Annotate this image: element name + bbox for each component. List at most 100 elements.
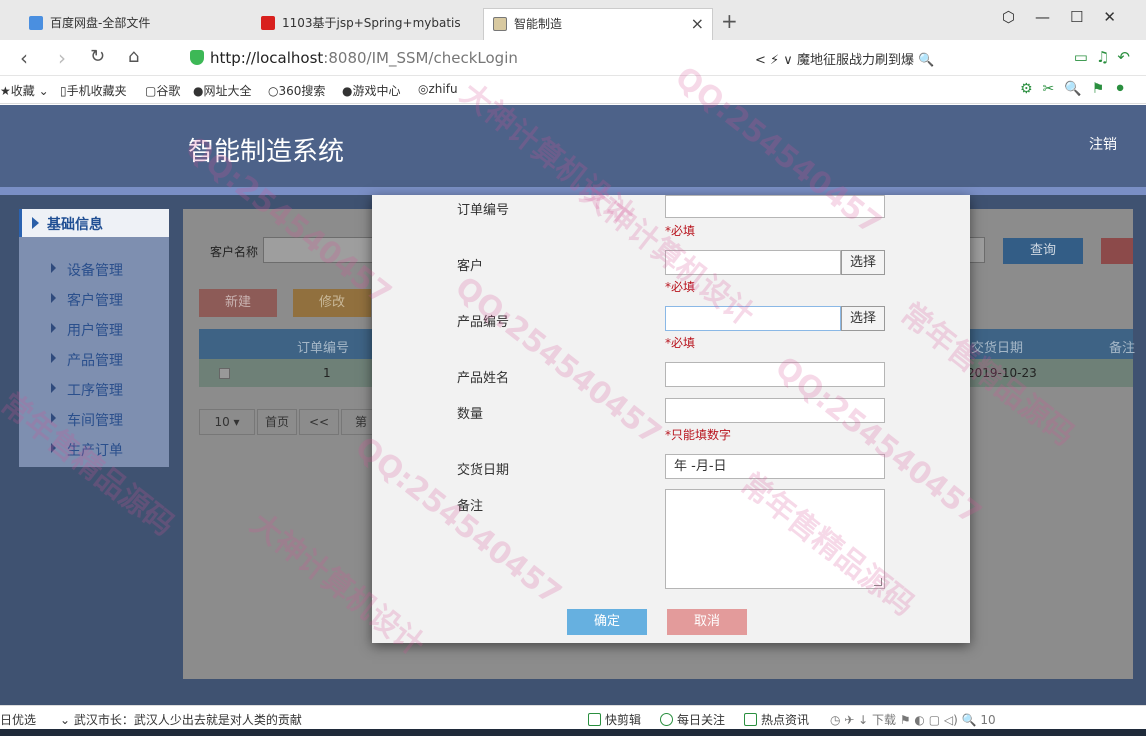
quantity-label: 数量 [457,407,484,422]
bookmark-games[interactable]: ●游戏中心 [342,82,401,99]
customer-select-button[interactable]: 选择 [841,250,885,275]
sidebar-item-processes[interactable]: 工序管理 [19,377,169,401]
sidebar-item-label: 客户管理 [67,293,123,309]
bookmark-google[interactable]: ▢谷歌 [145,82,180,99]
status-quick-edit[interactable]: 快剪辑 [588,711,641,728]
back-icon[interactable]: ‹ [20,46,28,70]
url-text: http://localhost:8080/IM_SSM/checkLogin [210,49,518,67]
cloud-icon [29,16,43,30]
window-controls[interactable]: ⬡—☐✕ [1002,8,1136,26]
customer-input[interactable] [665,250,841,275]
search-suggestion[interactable]: 魔地征服战力刷到爆 [797,53,914,68]
caret-right-icon [51,323,56,333]
tab-label: 1103基于jsp+Spring+mybatis [282,16,461,30]
delivery-date-input[interactable]: 年 -月-日 [665,454,885,479]
new-button[interactable]: 新建 [199,289,277,317]
sidebar-header-label: 基础信息 [47,217,103,233]
caret-right-icon [51,293,56,303]
logout-link[interactable]: 注销 [1089,134,1117,154]
resize-grip-icon[interactable] [874,578,882,586]
page-size-select[interactable]: 10 ▾ [199,409,255,435]
sidebar-item-label: 用户管理 [67,323,123,339]
sidebar-item-label: 车间管理 [67,413,123,429]
customer-name-label: 客户名称 [210,245,259,259]
sidebar-item-orders[interactable]: 生产订单 [19,437,169,461]
query-button[interactable]: 查询 [1003,238,1083,264]
news-icon [744,713,757,726]
system-title: 智能制造系统 [188,137,345,167]
delete-button[interactable] [1101,238,1133,264]
play-icon [588,713,601,726]
home-icon[interactable]: ⌂ [128,46,139,67]
news-ticker[interactable]: ⌄ 武汉市长：武汉人少出去就是对人类的贡献 [60,711,302,728]
sidebar-item-products[interactable]: 产品管理 [19,347,169,371]
play-circle-icon [660,713,673,726]
bookmark-favorites[interactable]: ★收藏 ⌄ [0,82,49,99]
customer-label: 客户 [457,259,484,274]
browser-tab-project[interactable]: 1103基于jsp+Spring+mybatis [252,8,480,40]
cancel-button[interactable]: 取消 [667,609,747,635]
red-square-icon [261,16,275,30]
caret-right-icon [51,443,56,453]
sidebar-item-users[interactable]: 用户管理 [19,317,169,341]
cell-delivery-date: 2019-10-23 [967,366,1037,380]
column-order-no: 订单编号 [297,341,350,356]
sidebar-item-label: 工序管理 [67,383,123,399]
order-no-hint: *必填 [665,224,696,238]
customer-hint: *必填 [665,280,696,294]
sidebar-header[interactable]: 基础信息 [19,209,169,237]
share-lightning-icons[interactable]: < ⚡ ∨ 魔地征服战力刷到爆 🔍 [755,49,934,68]
caret-right-icon [32,217,39,229]
bookmarks-bar: ★收藏 ⌄ ▯手机收藏夹 ▢谷歌 ●网址大全 ○360搜索 ●游戏中心 ◎zhi… [0,76,1146,104]
product-no-label: 产品编号 [457,315,510,330]
sidebar-item-customers[interactable]: 客户管理 [19,287,169,311]
refresh-icon[interactable]: ↻ [90,46,105,67]
sidebar-item-label: 生产订单 [67,443,123,459]
page-icon [493,17,507,31]
extension-icons[interactable]: ⚙✂🔍⚑⚫ [1020,81,1136,97]
caret-right-icon [51,383,56,393]
column-remark: 备注 [1109,341,1136,356]
close-tab-icon[interactable]: × [691,9,704,39]
quantity-input[interactable] [665,398,885,423]
product-no-input[interactable] [665,306,841,331]
browser-tab-active[interactable]: 智能制造 × [483,8,713,40]
delivery-date-label: 交货日期 [457,463,510,478]
tab-label: 百度网盘-全部文件 [50,16,151,30]
status-left-label[interactable]: 日优选 [0,711,36,728]
forward-icon[interactable]: › [58,46,66,70]
status-misc-icons[interactable]: ◷ ✈ ↓ 下载 ⚑ ◐ ▢ ◁) 🔍 10 [830,711,996,728]
product-select-button[interactable]: 选择 [841,306,885,331]
remark-label: 备注 [457,499,484,514]
browser-nav-bar: ‹ › ↻ ⌂ http://localhost:8080/IM_SSM/che… [0,40,1146,76]
first-page-button[interactable]: 首页 [257,409,297,435]
bookmark-hao[interactable]: ●网址大全 [193,82,252,99]
address-bar[interactable]: http://localhost:8080/IM_SSM/checkLogin [180,44,740,72]
order-no-input[interactable] [665,195,885,218]
sidebar-item-workshops[interactable]: 车间管理 [19,407,169,431]
sidebar-item-label: 产品管理 [67,353,123,369]
confirm-button[interactable]: 确定 [567,609,647,635]
edit-button[interactable]: 修改 [293,289,371,317]
browser-tab-baidu[interactable]: 百度网盘-全部文件 [20,8,250,40]
caret-right-icon [51,263,56,273]
toolbar-icons[interactable]: ▭♫↶ [1074,48,1138,66]
browser-tab-bar: 百度网盘-全部文件 1103基于jsp+Spring+mybatis 智能制造 … [0,0,1146,40]
status-daily-follow[interactable]: 每日关注 [660,711,725,728]
caret-right-icon [51,413,56,423]
prev-page-button[interactable]: << [299,409,339,435]
status-hot-news[interactable]: 热点资讯 [744,711,809,728]
sidebar-item-equipment[interactable]: 设备管理 [19,257,169,281]
bookmark-360[interactable]: ○360搜索 [268,82,325,99]
product-name-label: 产品姓名 [457,371,510,386]
product-name-input[interactable] [665,362,885,387]
shield-icon [190,50,204,65]
bookmark-mobile[interactable]: ▯手机收藏夹 [60,82,127,99]
quantity-hint: *只能填数字 [665,428,732,442]
order-form-modal: 订单编号 *必填 客户 选择 *必填 产品编号 选择 *必填 产品姓名 数量 *… [372,195,970,643]
remark-textarea[interactable] [665,489,885,589]
new-tab-icon[interactable]: + [721,9,738,33]
cell-order-no: 1 [323,366,331,380]
bookmark-zhifu[interactable]: ◎zhifu [418,82,458,96]
row-checkbox[interactable] [219,368,230,379]
